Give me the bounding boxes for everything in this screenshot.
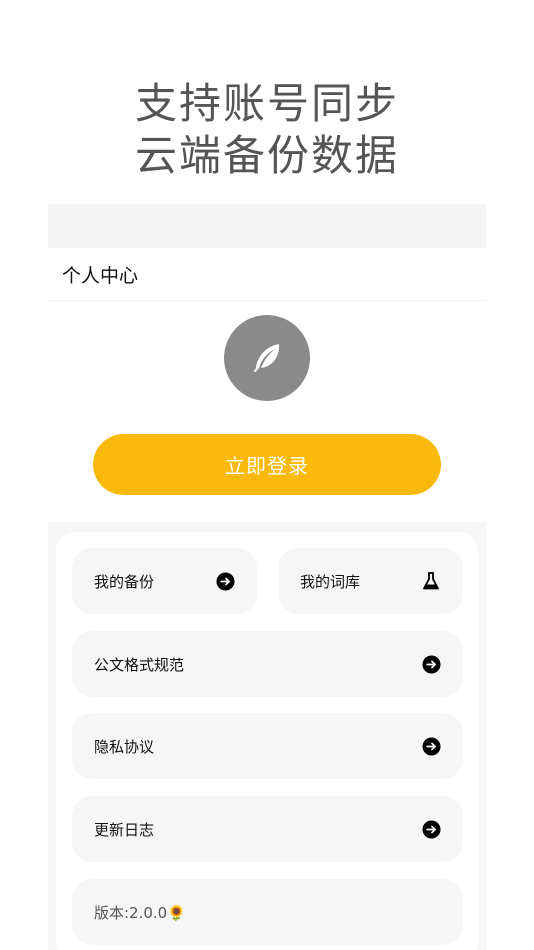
menu-item-privacy[interactable]: 隐私协议 xyxy=(72,713,463,779)
menu-item-backup[interactable]: 我的备份 xyxy=(72,548,257,614)
phone-screen: 个人中心 立即登录 我的备份 我的词库 公文格式规范 隐私协议 更新日志 版本:… xyxy=(48,204,486,950)
arrow-right-circle-icon xyxy=(422,819,441,839)
arrow-right-circle-icon xyxy=(422,654,441,674)
menu-item-wordbank-label: 我的词库 xyxy=(300,572,361,591)
menu-item-document-format-label: 公文格式规范 xyxy=(94,655,185,674)
version-info: 版本:2.0.0🌻 xyxy=(72,879,463,945)
menu-item-changelog-label: 更新日志 xyxy=(94,820,155,839)
menu-card: 我的备份 我的词库 公文格式规范 隐私协议 更新日志 版本:2.0.0🌻 xyxy=(56,532,478,950)
menu-item-changelog[interactable]: 更新日志 xyxy=(72,796,463,862)
menu-item-privacy-label: 隐私协议 xyxy=(94,737,155,756)
flask-icon xyxy=(423,572,439,590)
login-button[interactable]: 立即登录 xyxy=(93,434,441,495)
page-title: 个人中心 xyxy=(62,264,139,287)
arrow-right-circle-icon xyxy=(216,571,235,591)
arrow-right-circle-icon xyxy=(422,736,441,756)
menu-section: 我的备份 我的词库 公文格式规范 隐私协议 更新日志 版本:2.0.0🌻 xyxy=(48,522,486,950)
promo-headline: 支持账号同步 云端备份数据 xyxy=(0,78,534,182)
version-label: 版本:2.0.0🌻 xyxy=(94,903,186,922)
menu-item-document-format[interactable]: 公文格式规范 xyxy=(72,631,463,697)
avatar[interactable] xyxy=(224,315,310,401)
status-bar xyxy=(48,204,486,248)
menu-item-backup-label: 我的备份 xyxy=(94,572,155,591)
menu-item-wordbank[interactable]: 我的词库 xyxy=(278,548,463,614)
feather-icon xyxy=(253,344,280,373)
promo-line-2: 云端备份数据 xyxy=(134,131,399,180)
page-header: 个人中心 xyxy=(48,248,486,301)
screenshot-page: 支持账号同步 云端备份数据 个人中心 立即登录 我的备份 我的词库 公文格式规范… xyxy=(0,0,534,950)
promo-line-1: 支持账号同步 xyxy=(134,79,399,128)
